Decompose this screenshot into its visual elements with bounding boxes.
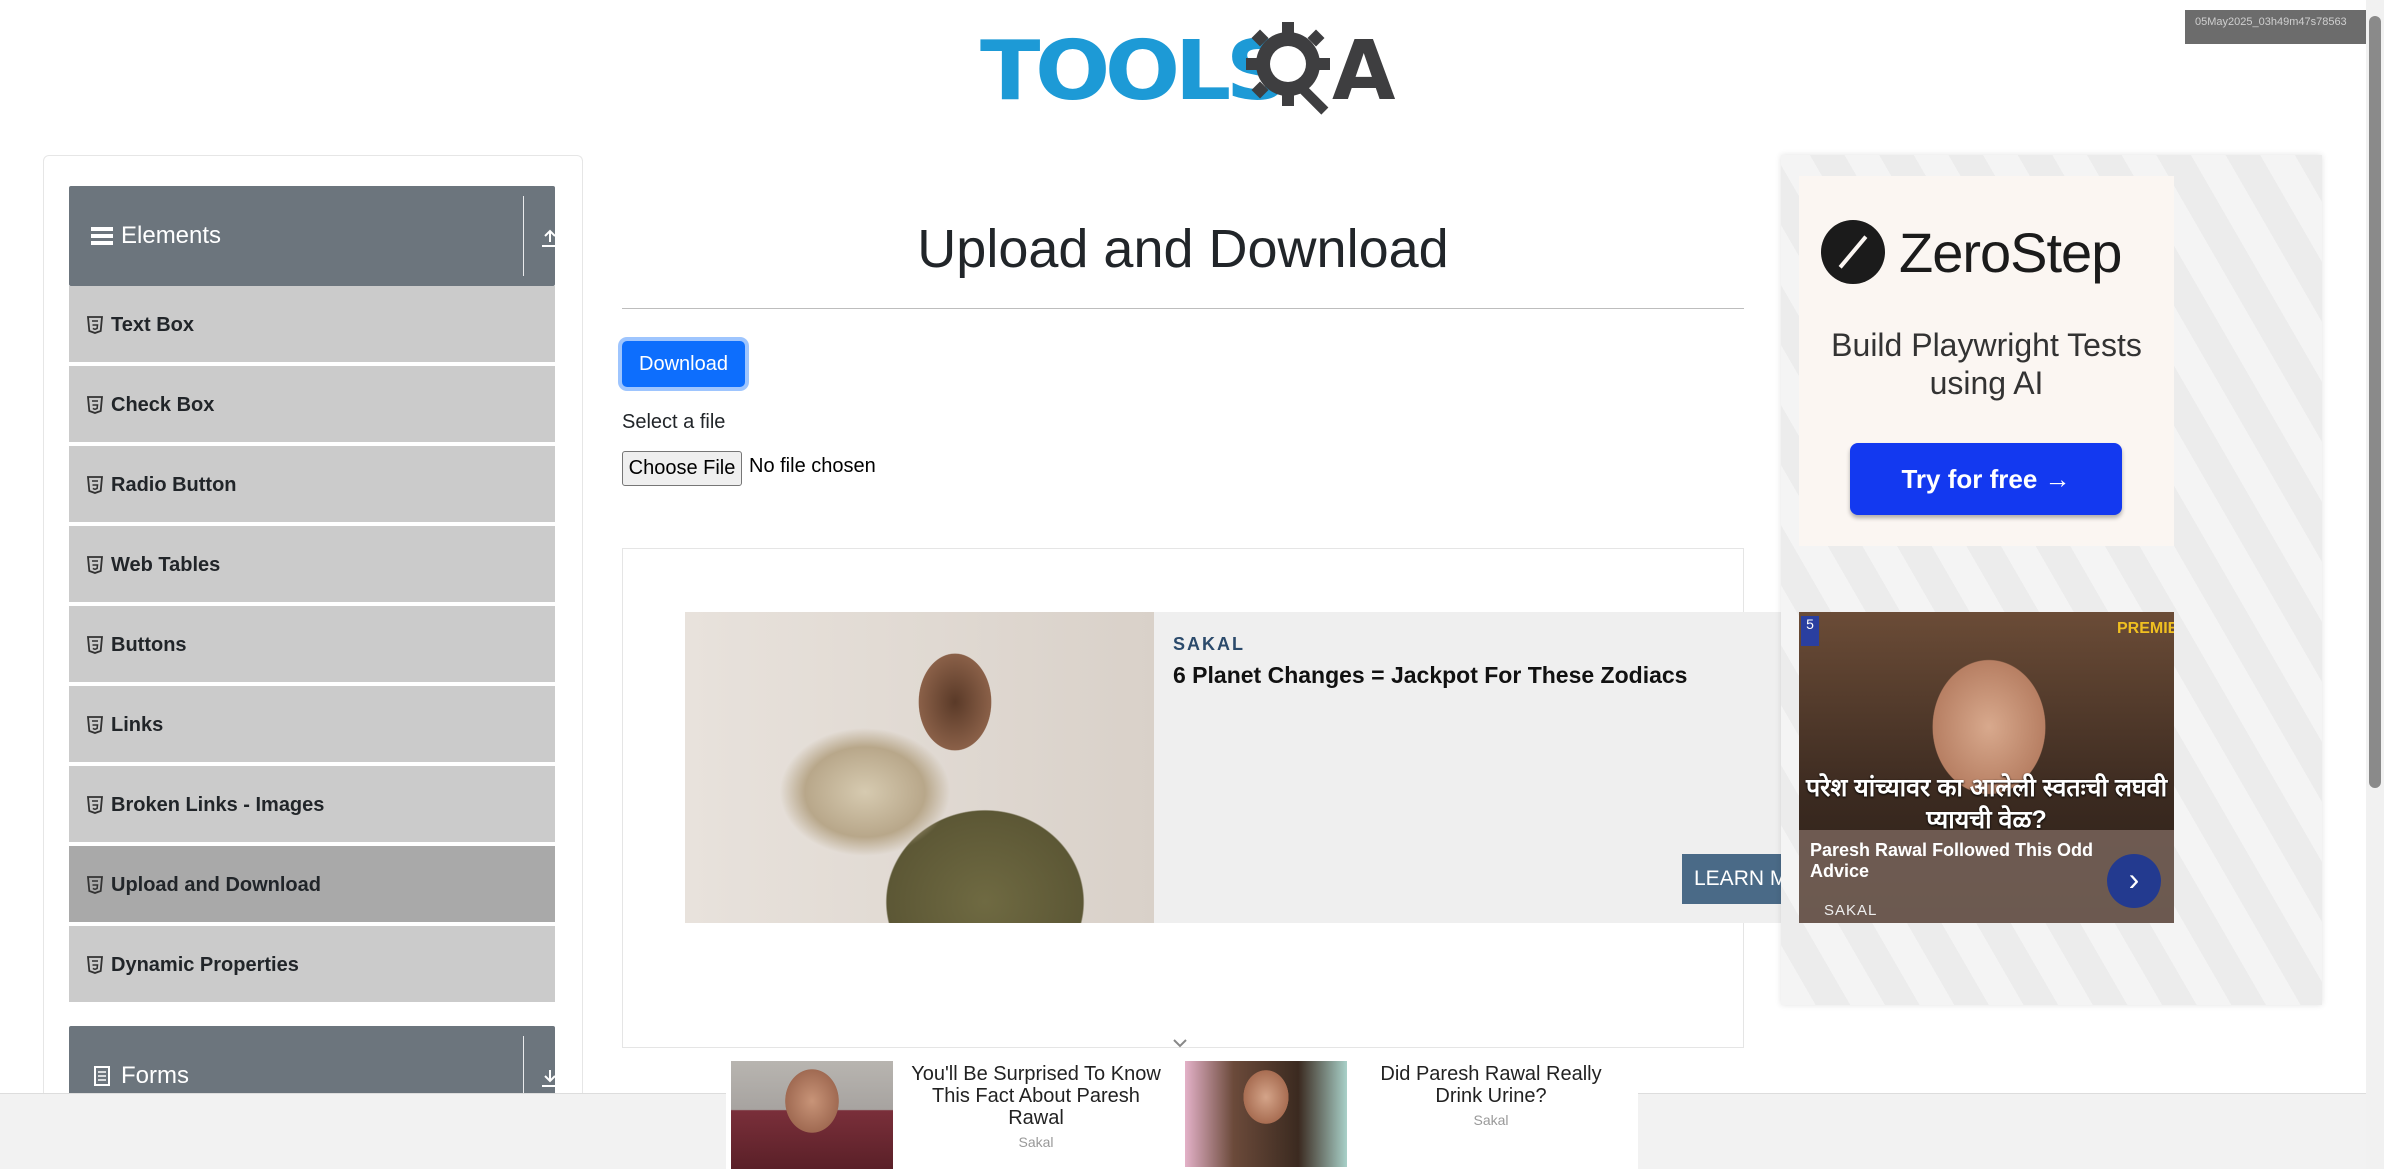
sidebar-item-upload-and-download[interactable]: Upload and Download bbox=[69, 846, 555, 924]
logo-text-end: A bbox=[1332, 24, 1396, 119]
bottom-ad-thumbnail[interactable] bbox=[1185, 1061, 1347, 1167]
ad-banner[interactable]: SAKAL 6 Planet Changes = Jackpot For The… bbox=[685, 612, 1785, 923]
sidebar-item-links[interactable]: Links bbox=[69, 686, 555, 764]
logo-text: TOOLS bbox=[980, 24, 1290, 119]
html5-icon bbox=[87, 796, 103, 814]
zerostep-logo-icon bbox=[1821, 220, 1885, 284]
sidebar-item-web-tables[interactable]: Web Tables bbox=[69, 526, 555, 604]
bottom-ad-source: Sakal bbox=[1473, 1112, 1509, 1128]
elements-group-title: Elements bbox=[121, 222, 222, 249]
sidebar-item-label: Buttons bbox=[111, 634, 187, 656]
expand-down-icon[interactable] bbox=[539, 1066, 561, 1088]
sidebar-item-label: Web Tables bbox=[111, 554, 221, 576]
sidebar-item-radio-button[interactable]: Radio Button bbox=[69, 446, 555, 524]
sidebar-item-label: Dynamic Properties bbox=[111, 954, 299, 976]
ad-image[interactable] bbox=[685, 612, 1154, 923]
ad-source: SAKAL bbox=[1824, 902, 1878, 919]
file-status-text: No file chosen bbox=[749, 455, 876, 477]
title-divider bbox=[622, 308, 1744, 309]
forms-group-title: Forms bbox=[121, 1062, 189, 1089]
sidebar-item-label: Broken Links - Images bbox=[111, 794, 325, 816]
toolsqa-logo[interactable]: TOOLS A bbox=[980, 18, 1395, 119]
choose-file-button[interactable]: Choose File bbox=[622, 451, 742, 486]
chevron-right-icon[interactable]: › bbox=[2107, 854, 2161, 908]
bottom-ad-source: Sakal bbox=[1018, 1134, 1054, 1150]
ad-overlay-text: परेश यांच्यावर का आलेली स्वतःची लघवी प्य… bbox=[1805, 774, 2168, 834]
gear-magnifier-icon bbox=[1246, 22, 1330, 115]
scrollbar-thumb[interactable] bbox=[2369, 16, 2381, 788]
collapse-up-icon[interactable] bbox=[539, 226, 561, 248]
menu-icon bbox=[91, 227, 113, 245]
zerostep-brand: ZeroStep bbox=[1899, 221, 2122, 284]
paresh-ad[interactable]: 5 PREMIE परेश यांच्यावर का आलेली स्वतःची… bbox=[1799, 612, 2174, 923]
document-icon bbox=[94, 1066, 110, 1086]
sidebar-item-label: Radio Button bbox=[111, 474, 237, 496]
ad-source: SAKAL bbox=[1173, 634, 1245, 654]
header-divider bbox=[523, 196, 524, 276]
sidebar-item-text-box[interactable]: Text Box bbox=[69, 286, 555, 364]
sidebar-item-label: Upload and Download bbox=[111, 874, 321, 896]
html5-icon bbox=[87, 876, 103, 894]
html5-icon bbox=[87, 956, 103, 974]
select-file-label: Select a file bbox=[622, 411, 726, 433]
timestamp-label: 05May2025_03h49m47s78563 bbox=[2185, 10, 2384, 44]
bottom-ad-thumbnail[interactable] bbox=[731, 1061, 893, 1169]
zerostep-ad[interactable]: ZeroStep Build Playwright Tests using AI… bbox=[1799, 176, 2174, 546]
page: TOOLS A 05May2025_03h49m47s78563 Element… bbox=[0, 0, 2384, 1169]
sidebar-item-label: Text Box bbox=[111, 314, 194, 336]
bottom-ads: You'll Be Surprised To Know This Fact Ab… bbox=[726, 1059, 1638, 1169]
bottom-ad-title[interactable]: You'll Be Surprised To Know This Fact Ab… bbox=[911, 1063, 1161, 1129]
page-title: Upload and Download bbox=[917, 219, 1449, 279]
sidebar-item-broken-links[interactable]: Broken Links - Images bbox=[69, 766, 555, 844]
sidebar-item-check-box[interactable]: Check Box bbox=[69, 366, 555, 444]
html5-icon bbox=[87, 396, 103, 414]
html5-icon bbox=[87, 556, 103, 574]
learn-more-button[interactable]: LEARN MORE bbox=[1682, 854, 1785, 904]
try-for-free-button[interactable]: Try for free → bbox=[1850, 443, 2122, 515]
chevron-down-icon[interactable] bbox=[1172, 1036, 1188, 1048]
zerostep-tagline: Build Playwright Tests using AI bbox=[1831, 327, 2142, 401]
html5-icon bbox=[87, 636, 103, 654]
ad-title[interactable]: Paresh Rawal Followed This Odd Advice bbox=[1810, 840, 2100, 882]
html5-icon bbox=[87, 476, 103, 494]
download-button[interactable]: Download bbox=[622, 341, 745, 387]
ad-number-badge: 5 bbox=[1801, 616, 1819, 646]
sidebar: Elements Text Box Check Box Radio Button… bbox=[43, 155, 583, 1169]
html5-icon bbox=[87, 716, 103, 734]
sidebar-item-label: Check Box bbox=[111, 394, 215, 416]
sidebar-item-buttons[interactable]: Buttons bbox=[69, 606, 555, 684]
ad-caption: Paresh Rawal Followed This Odd Advice SA… bbox=[1799, 830, 2174, 923]
ad-headline[interactable]: 6 Planet Changes = Jackpot For These Zod… bbox=[1173, 662, 1687, 689]
sidebar-item-label: Links bbox=[111, 714, 164, 736]
elements-group-header[interactable]: Elements bbox=[69, 186, 558, 286]
html5-icon bbox=[87, 316, 103, 334]
sidebar-item-dynamic-properties[interactable]: Dynamic Properties bbox=[69, 926, 555, 1004]
premiere-badge: PREMIE bbox=[2117, 620, 2174, 637]
bottom-ad-title[interactable]: Did Paresh Rawal Really Drink Urine? bbox=[1356, 1063, 1626, 1107]
